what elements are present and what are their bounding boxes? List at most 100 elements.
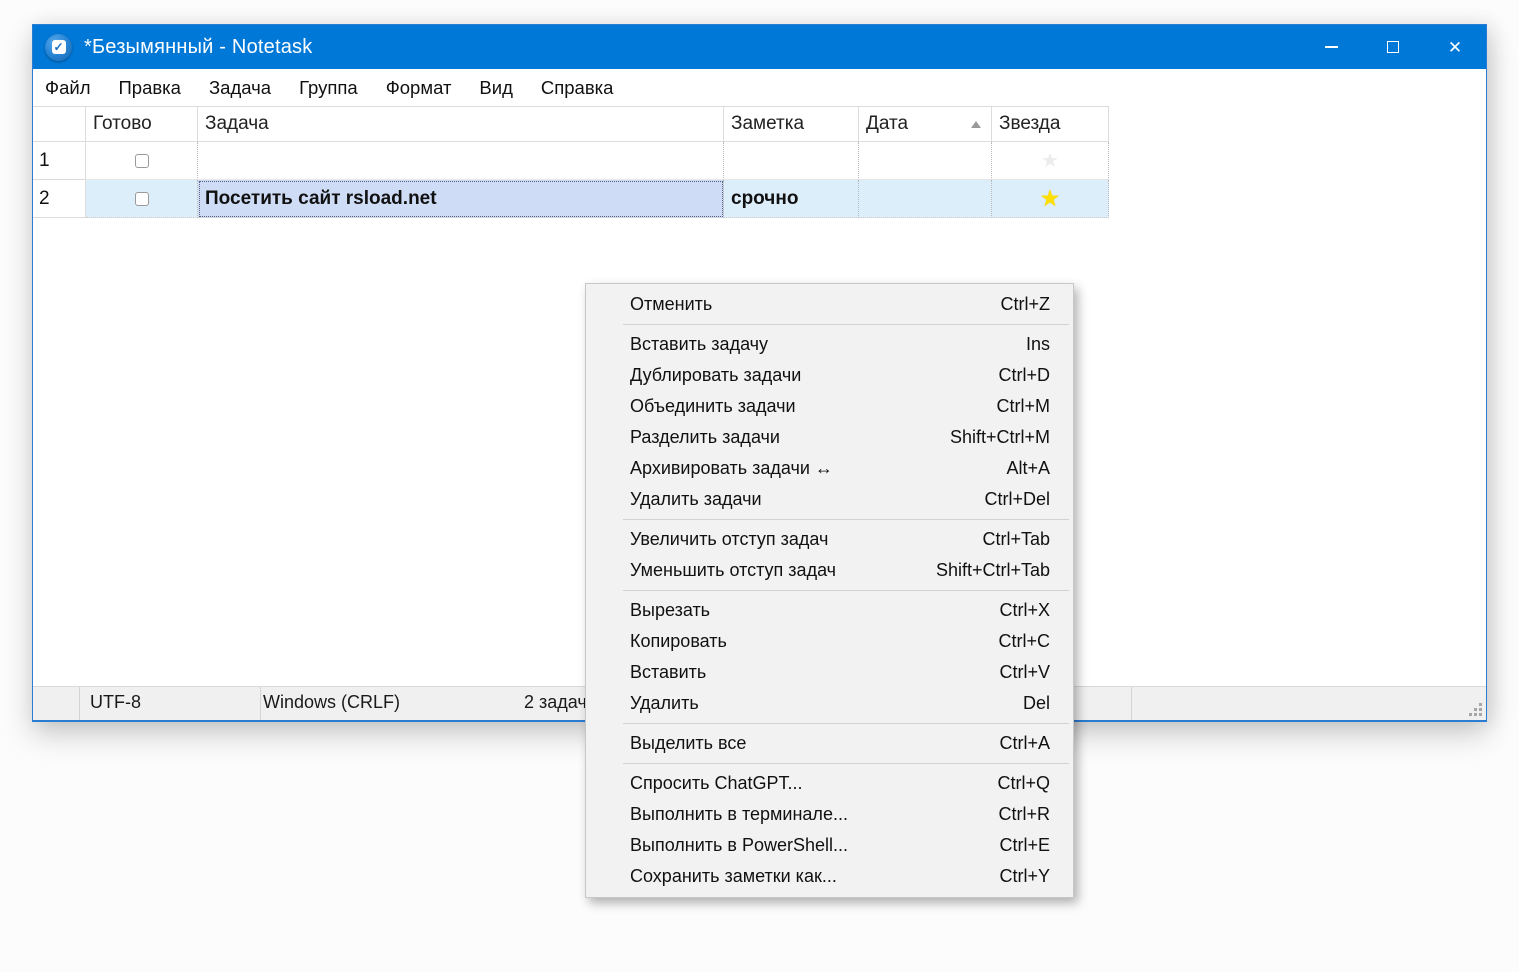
star-icon[interactable]: ★ [1041, 151, 1059, 171]
menu-item-shortcut: Ctrl+R [998, 804, 1050, 825]
menu-item-shortcut: Ctrl+V [999, 662, 1050, 683]
col-header-rownum [33, 106, 86, 142]
menu-edit[interactable]: Правка [104, 69, 195, 106]
resize-grip-icon[interactable] [1468, 702, 1482, 716]
star-cell[interactable]: ★ [992, 180, 1109, 218]
menu-item-archive-tasks[interactable]: Архивировать задачи ↔ Alt+A [586, 453, 1073, 484]
menu-help[interactable]: Справка [527, 69, 628, 106]
menu-item-shortcut: Alt+A [1006, 458, 1050, 479]
menu-view[interactable]: Вид [465, 69, 526, 106]
note-cell[interactable]: срочно [724, 180, 859, 218]
note-cell[interactable] [724, 142, 859, 180]
menu-item-delete-tasks[interactable]: Удалить задачи Ctrl+Del [586, 484, 1073, 515]
sort-asc-icon [971, 121, 981, 128]
menu-item-split-tasks[interactable]: Разделить задачи Shift+Ctrl+M [586, 422, 1073, 453]
menu-item-copy[interactable]: Копировать Ctrl+C [586, 626, 1073, 657]
menu-task[interactable]: Задача [195, 69, 285, 106]
menu-item-shortcut: Del [1023, 693, 1050, 714]
menu-item-label: Выделить все [630, 733, 746, 754]
menu-item-select-all[interactable]: Выделить все Ctrl+A [586, 728, 1073, 759]
task-cell[interactable]: Посетить сайт rsload.net [198, 180, 724, 218]
menu-item-shortcut: Ins [1026, 334, 1050, 355]
app-icon: ✓ [45, 34, 72, 61]
status-separator [1131, 687, 1132, 720]
menu-item-increase-indent[interactable]: Увеличить отступ задач Ctrl+Tab [586, 524, 1073, 555]
checkbox-logo-icon: ✓ [52, 40, 66, 54]
menu-item-label: Разделить задачи [630, 427, 780, 448]
col-header-note[interactable]: Заметка [724, 106, 859, 142]
menu-item-delete[interactable]: Удалить Del [586, 688, 1073, 719]
menu-bar: Файл Правка Задача Группа Формат Вид Спр… [33, 69, 1486, 106]
maximize-icon [1387, 41, 1399, 53]
menu-item-label: Уменьшить отступ задач [630, 560, 836, 581]
col-header-done[interactable]: Готово [86, 106, 198, 142]
menu-item-shortcut: Ctrl+X [999, 600, 1050, 621]
menu-item-label: Сохранить заметки как... [630, 866, 837, 887]
menu-item-duplicate-tasks[interactable]: Дублировать задачи Ctrl+D [586, 360, 1073, 391]
menu-format[interactable]: Формат [372, 69, 466, 106]
menu-separator [623, 324, 1069, 325]
window-title: *Безымянный - Notetask [84, 36, 312, 59]
row-number-cell: 2 [33, 180, 86, 218]
done-checkbox[interactable] [135, 192, 149, 206]
menu-item-shortcut: Ctrl+E [999, 835, 1050, 856]
done-cell[interactable] [86, 142, 198, 180]
menu-item-shortcut: Ctrl+Del [984, 489, 1050, 510]
menu-item-label: Объединить задачи [630, 396, 796, 417]
menu-item-shortcut: Ctrl+Q [997, 773, 1050, 794]
date-cell[interactable] [859, 180, 992, 218]
menu-item-undo[interactable]: Отменить Ctrl+Z [586, 289, 1073, 320]
minimize-button[interactable] [1300, 25, 1362, 69]
done-checkbox[interactable] [135, 154, 149, 168]
status-task-count: 2 задач [524, 692, 587, 713]
close-button[interactable]: ✕ [1424, 25, 1486, 69]
menu-item-paste[interactable]: Вставить Ctrl+V [586, 657, 1073, 688]
menu-item-label: Копировать [630, 631, 727, 652]
status-separator [260, 687, 261, 720]
menu-item-shortcut: Ctrl+Z [1001, 294, 1051, 315]
menu-item-run-powershell[interactable]: Выполнить в PowerShell... Ctrl+E [586, 830, 1073, 861]
col-header-task[interactable]: Задача [198, 106, 724, 142]
menu-item-merge-tasks[interactable]: Объединить задачи Ctrl+M [586, 391, 1073, 422]
menu-item-save-notes-as[interactable]: Сохранить заметки как... Ctrl+Y [586, 861, 1073, 892]
menu-item-shortcut: Ctrl+A [999, 733, 1050, 754]
table-row[interactable]: 1 ★ [33, 142, 1109, 180]
col-header-star[interactable]: Звезда [992, 106, 1109, 142]
menu-group[interactable]: Группа [285, 69, 372, 106]
menu-item-label: Архивировать задачи ↔ [630, 458, 833, 479]
menu-item-shortcut: Shift+Ctrl+M [950, 427, 1050, 448]
menu-item-insert-task[interactable]: Вставить задачу Ins [586, 329, 1073, 360]
date-cell[interactable] [859, 142, 992, 180]
minimize-icon [1325, 46, 1338, 48]
context-menu: Отменить Ctrl+Z Вставить задачу Ins Дубл… [585, 283, 1074, 898]
menu-item-shortcut: Ctrl+Tab [982, 529, 1050, 550]
col-header-date[interactable]: Дата [859, 106, 992, 142]
table-header-row: Готово Задача Заметка Дата Звезда [33, 106, 1109, 142]
menu-item-label: Вставить задачу [630, 334, 768, 355]
status-encoding: UTF-8 [90, 692, 141, 713]
menu-item-cut[interactable]: Вырезать Ctrl+X [586, 595, 1073, 626]
menu-item-label: Отменить [630, 294, 712, 315]
menu-item-label: Вырезать [630, 600, 710, 621]
menu-separator [623, 763, 1069, 764]
menu-item-shortcut: Ctrl+C [998, 631, 1050, 652]
maximize-button[interactable] [1362, 25, 1424, 69]
menu-separator [623, 723, 1069, 724]
menu-item-run-terminal[interactable]: Выполнить в терминале... Ctrl+R [586, 799, 1073, 830]
menu-item-decrease-indent[interactable]: Уменьшить отступ задач Shift+Ctrl+Tab [586, 555, 1073, 586]
col-header-date-label: Дата [866, 113, 908, 135]
star-cell[interactable]: ★ [992, 142, 1109, 180]
task-cell[interactable] [198, 142, 724, 180]
menu-item-ask-chatgpt[interactable]: Спросить ChatGPT... Ctrl+Q [586, 768, 1073, 799]
star-icon[interactable]: ★ [1041, 189, 1059, 209]
menu-item-shortcut: Shift+Ctrl+Tab [936, 560, 1050, 581]
menu-file[interactable]: Файл [31, 69, 104, 106]
menu-item-label: Спросить ChatGPT... [630, 773, 802, 794]
menu-separator [623, 519, 1069, 520]
menu-item-label: Выполнить в терминале... [630, 804, 848, 825]
table-row-selected[interactable]: 2 Посетить сайт rsload.net срочно ★ [33, 180, 1109, 218]
done-cell[interactable] [86, 180, 198, 218]
menu-item-shortcut: Ctrl+Y [999, 866, 1050, 887]
row-number-cell: 1 [33, 142, 86, 180]
menu-item-label: Вставить [630, 662, 706, 683]
